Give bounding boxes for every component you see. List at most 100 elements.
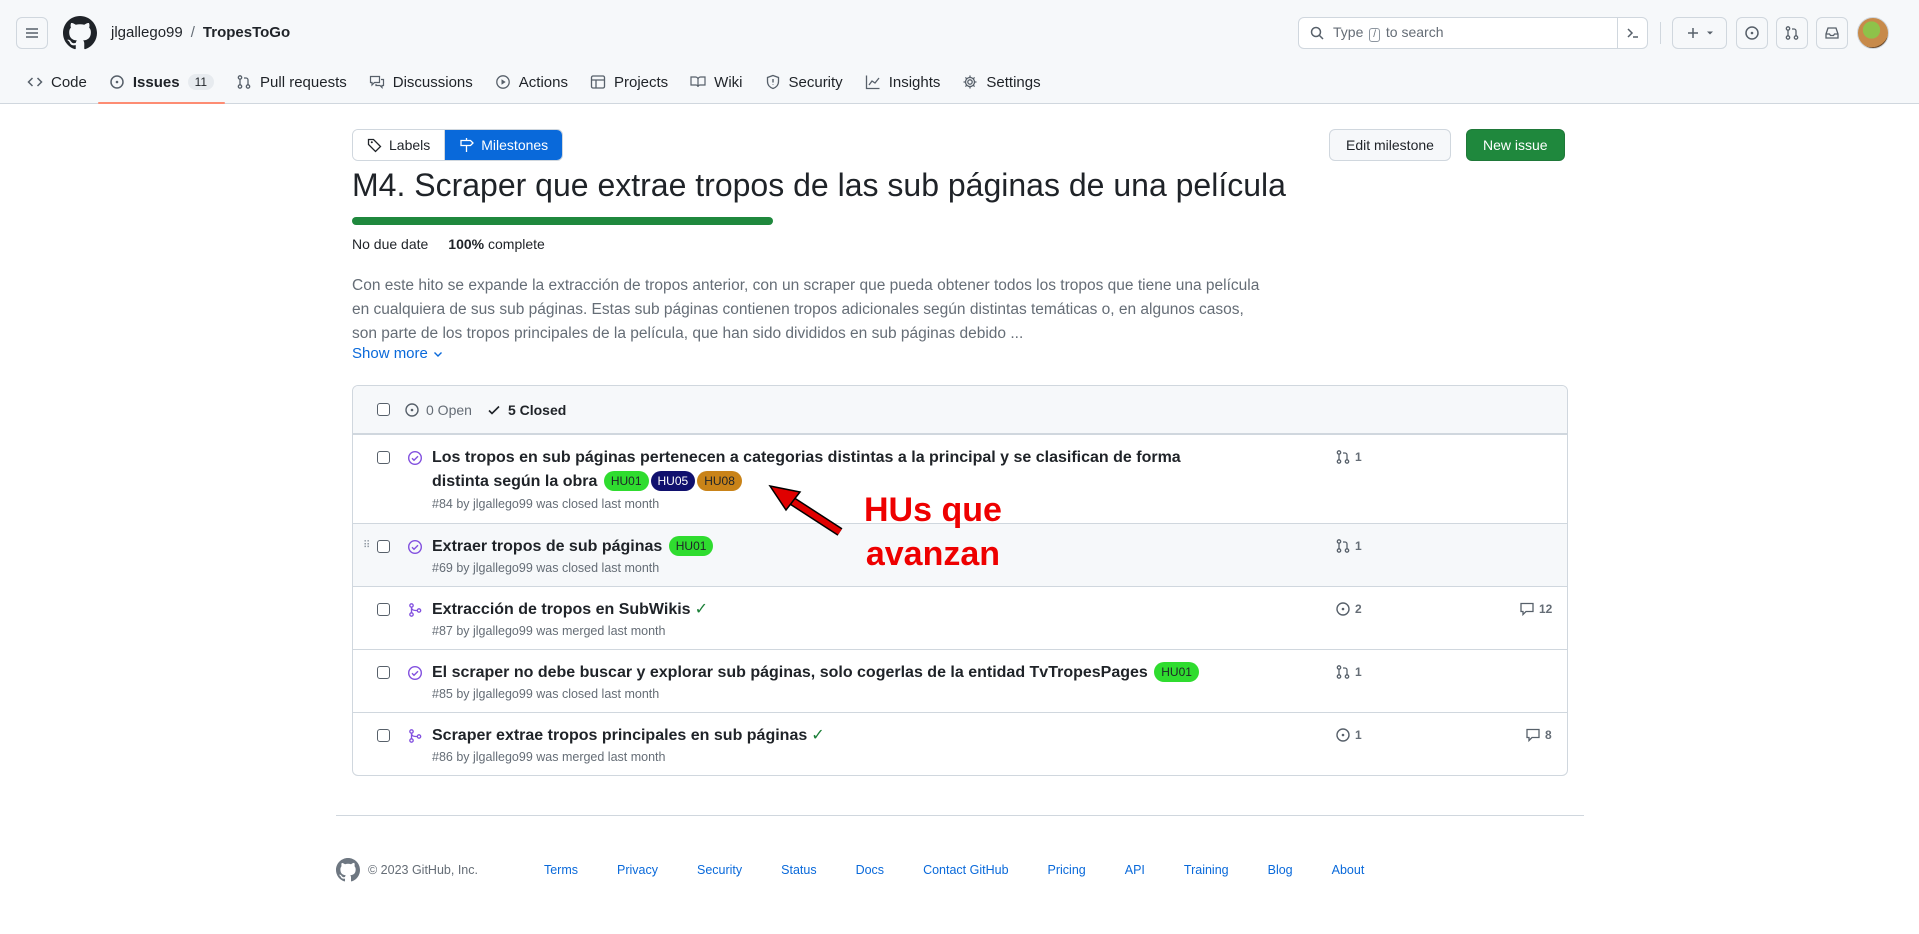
tab-issues[interactable]: Issues 11: [97, 66, 226, 104]
comments-link[interactable]: 12: [1519, 601, 1552, 617]
footer-link-blog[interactable]: Blog: [1268, 863, 1293, 877]
label-badge[interactable]: HU01: [603, 471, 649, 491]
issue-opened-icon: [1336, 602, 1350, 616]
linked-pr[interactable]: 1: [1335, 664, 1362, 680]
owner-link[interactable]: jlgallego99: [111, 24, 183, 41]
footer-link-pricing[interactable]: Pricing: [1048, 863, 1086, 877]
pull-request-row[interactable]: Extracción de tropos en SubWikis ✓ #87 by…: [353, 586, 1567, 649]
issue-title-text: Los tropos en sub páginas pertenecen a c…: [432, 449, 1181, 490]
github-logo[interactable]: [63, 16, 97, 50]
footer-link-status[interactable]: Status: [781, 863, 816, 877]
issue-title[interactable]: Scraper extrae tropos principales en sub…: [432, 724, 1242, 748]
milestones-button[interactable]: Milestones: [445, 130, 563, 160]
checks-passed-icon[interactable]: ✓: [695, 601, 708, 618]
code-icon: [27, 77, 43, 87]
linked-issue[interactable]: 1: [1335, 727, 1362, 743]
new-issue-button[interactable]: New issue: [1466, 129, 1565, 161]
comment-count: 12: [1539, 602, 1553, 616]
milestone-title: M4. Scraper que extrae tropos de las sub…: [352, 167, 1286, 203]
search-placeholder: Type / to search: [1333, 24, 1444, 42]
check-icon: [488, 405, 500, 415]
open-filter[interactable]: 0 Open: [404, 402, 472, 418]
footer-link-privacy[interactable]: Privacy: [617, 863, 658, 877]
drag-handle-icon[interactable]: ⠿: [363, 540, 370, 551]
edit-milestone-button[interactable]: Edit milestone: [1329, 129, 1451, 161]
tab-label: Settings: [986, 73, 1041, 91]
footer-link-contact[interactable]: Contact GitHub: [923, 863, 1008, 877]
footer-link-docs[interactable]: Docs: [856, 863, 884, 877]
user-avatar[interactable]: [1857, 17, 1889, 49]
issues-counter: 11: [187, 74, 215, 90]
issue-title[interactable]: El scraper no debe buscar y explorar sub…: [432, 661, 1242, 685]
row-checkbox[interactable]: [377, 729, 390, 742]
labels-milestones-switch: Labels Milestones: [352, 129, 564, 161]
search-input[interactable]: Type / to search: [1298, 17, 1648, 49]
row-checkbox[interactable]: [377, 666, 390, 679]
issue-title[interactable]: Extraer tropos de sub páginas HU01: [432, 535, 1242, 559]
tab-actions[interactable]: Actions: [484, 66, 579, 98]
footer-link-about[interactable]: About: [1332, 863, 1365, 877]
row-checkbox[interactable]: [377, 451, 390, 464]
linked-pr-count: 1: [1355, 665, 1362, 679]
issue-title[interactable]: Los tropos en sub páginas pertenecen a c…: [432, 446, 1242, 494]
annotation-text: HUs que avanzan: [864, 488, 1002, 576]
header-divider: [1660, 22, 1661, 44]
menu-button[interactable]: [16, 17, 48, 49]
create-new-button[interactable]: [1672, 17, 1727, 49]
issues-button[interactable]: [1736, 17, 1768, 49]
command-palette-button[interactable]: [1617, 18, 1647, 48]
select-all-checkbox[interactable]: [377, 403, 390, 416]
footer-link-api[interactable]: API: [1125, 863, 1145, 877]
tab-code[interactable]: Code: [16, 66, 98, 98]
linked-pr[interactable]: 1: [1335, 538, 1362, 554]
github-mark-icon[interactable]: [336, 858, 360, 882]
tab-projects[interactable]: Projects: [579, 66, 679, 98]
closed-filter[interactable]: 5 Closed: [486, 402, 566, 418]
labels-button[interactable]: Labels: [353, 130, 446, 160]
checks-passed-icon[interactable]: ✓: [811, 727, 824, 744]
label-badge[interactable]: HU08: [697, 471, 742, 491]
row-checkbox[interactable]: [377, 540, 390, 553]
hamburger-icon: [26, 28, 38, 38]
label-badge[interactable]: HU01: [1154, 662, 1199, 682]
show-more-label: Show more: [352, 345, 428, 362]
tab-insights[interactable]: Insights: [854, 66, 952, 98]
inbox-button[interactable]: [1816, 17, 1848, 49]
tab-label: Wiki: [714, 73, 743, 91]
tab-label: Projects: [613, 73, 669, 91]
tag-icon: [367, 138, 382, 153]
issue-title-text: Extraer tropos de sub páginas: [432, 538, 663, 555]
issue-title[interactable]: Extracción de tropos en SubWikis ✓: [432, 598, 1242, 622]
pull-request-row[interactable]: Scraper extrae tropos principales en sub…: [353, 712, 1567, 775]
tab-security[interactable]: Security: [754, 66, 854, 98]
graph-icon: [865, 75, 880, 90]
milestones-label: Milestones: [481, 137, 549, 153]
repo-link[interactable]: TropesToGo: [203, 24, 290, 41]
tab-settings[interactable]: Settings: [951, 66, 1051, 98]
pull-requests-button[interactable]: [1776, 17, 1808, 49]
row-checkbox[interactable]: [377, 603, 390, 616]
show-more-link[interactable]: Show more: [352, 345, 444, 362]
tab-label: Insights: [888, 73, 941, 91]
plus-icon: [1687, 28, 1698, 38]
label-badge[interactable]: HU01: [668, 536, 714, 556]
git-pull-request-icon: [1785, 26, 1799, 40]
comment-discussion-icon: [369, 75, 384, 89]
merged-pr-icon: [407, 728, 423, 744]
tab-wiki[interactable]: Wiki: [679, 66, 753, 98]
tab-label: Discussions: [392, 73, 473, 91]
comments-link[interactable]: 8: [1525, 727, 1552, 743]
issue-row[interactable]: El scraper no debe buscar y explorar sub…: [353, 649, 1567, 712]
open-count: 0 Open: [426, 401, 472, 418]
footer-link-security[interactable]: Security: [697, 863, 742, 877]
linked-issue[interactable]: 2: [1335, 601, 1362, 617]
tab-discussions[interactable]: Discussions: [358, 66, 484, 98]
label-badge[interactable]: HU05: [650, 471, 696, 491]
tab-pull-requests[interactable]: Pull requests: [225, 66, 358, 98]
tab-label: Code: [51, 73, 87, 91]
merged-pr-icon: [407, 602, 423, 618]
linked-pr-count: 1: [1355, 539, 1362, 553]
linked-pr[interactable]: 1: [1335, 449, 1362, 465]
footer-link-training[interactable]: Training: [1184, 863, 1229, 877]
footer-link-terms[interactable]: Terms: [544, 863, 578, 877]
